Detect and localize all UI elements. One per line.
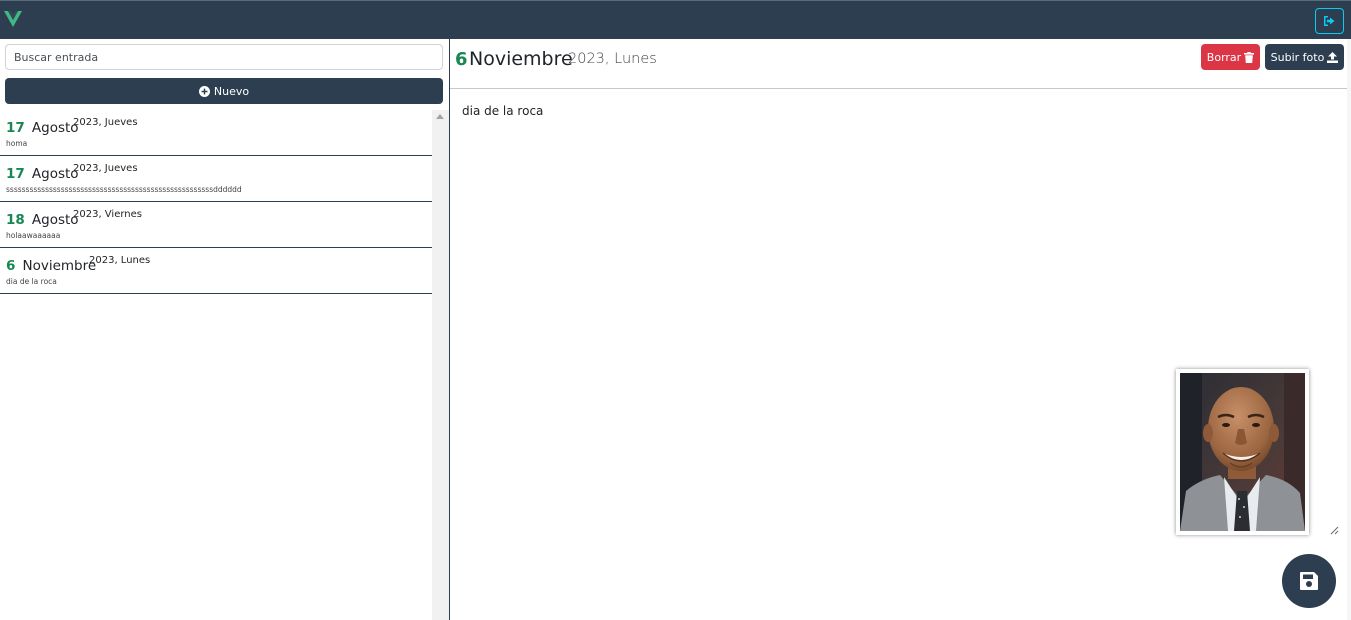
entry-snippet: dia de la roca [6,277,57,286]
delete-label: Borrar [1206,50,1242,64]
entry-month: Agosto [31,120,79,136]
entry-photo[interactable] [1176,369,1309,535]
entry-header-day: 6 [455,49,468,70]
new-entry-button[interactable]: Nuevo [5,78,443,104]
logout-button[interactable] [1315,8,1344,34]
entry-yearday: 2023, Viernes [73,209,142,220]
entry-day: 18 [6,212,25,228]
upload-photo-label: Subir foto [1270,50,1325,64]
navbar [0,0,1351,39]
delete-button[interactable]: Borrar [1201,44,1260,70]
entry-day: 17 [6,166,25,182]
list-item[interactable]: 17 Agosto 2023, Jueves sssssssssssssssss… [0,156,432,202]
portrait-photo [1180,373,1305,531]
entry-list: 17 Agosto 2023, Jueves homa 17 Agosto 20… [0,110,432,620]
entry-snippet: homa [6,139,28,148]
entry-header: 6 Noviembre 2023, Lunes Borrar Subir fot… [450,39,1351,89]
entry-yearday: 2023, Jueves [73,163,138,174]
entry-snippet: holaawaaaaaa [6,231,61,240]
entry-yearday: 2023, Jueves [73,117,138,128]
entry-yearday: 2023, Lunes [89,255,151,266]
entry-month: Noviembre [22,258,97,274]
upload-photo-button[interactable]: Subir foto [1265,44,1344,70]
entry-month: Agosto [31,212,79,228]
sidebar: Nuevo 17 Agosto 2023, Jueves homa 17 Ago… [0,39,449,620]
main-scrollbar[interactable] [1347,39,1351,620]
entry-month: Agosto [31,166,79,182]
scroll-up-arrow-icon[interactable] [436,114,444,119]
entry-day: 6 [6,258,16,274]
new-entry-label: Nuevo [213,84,250,98]
list-item[interactable]: 18 Agosto 2023, Viernes holaawaaaaaa [0,202,432,248]
upload-icon [1327,51,1339,63]
floppy-disk-icon [1300,572,1318,590]
trash-icon [1244,51,1255,63]
list-item[interactable]: 6 Noviembre 2023, Lunes dia de la roca [0,248,432,294]
resize-grip-icon[interactable] [1329,525,1339,535]
vue-logo-icon [4,11,22,27]
entry-day: 17 [6,120,25,136]
entry-snippet: ssssssssssssssssssssssssssssssssssssssss… [6,185,242,194]
search-input[interactable] [5,44,443,70]
sidebar-scrollbar[interactable] [432,110,449,620]
entry-header-yearday: 2023, Lunes [568,51,657,67]
sign-out-icon [1324,16,1335,26]
save-button[interactable] [1282,554,1336,608]
plus-circle-icon [198,85,210,97]
entry-header-month: Noviembre [469,48,573,70]
list-item[interactable]: 17 Agosto 2023, Jueves homa [0,110,432,156]
